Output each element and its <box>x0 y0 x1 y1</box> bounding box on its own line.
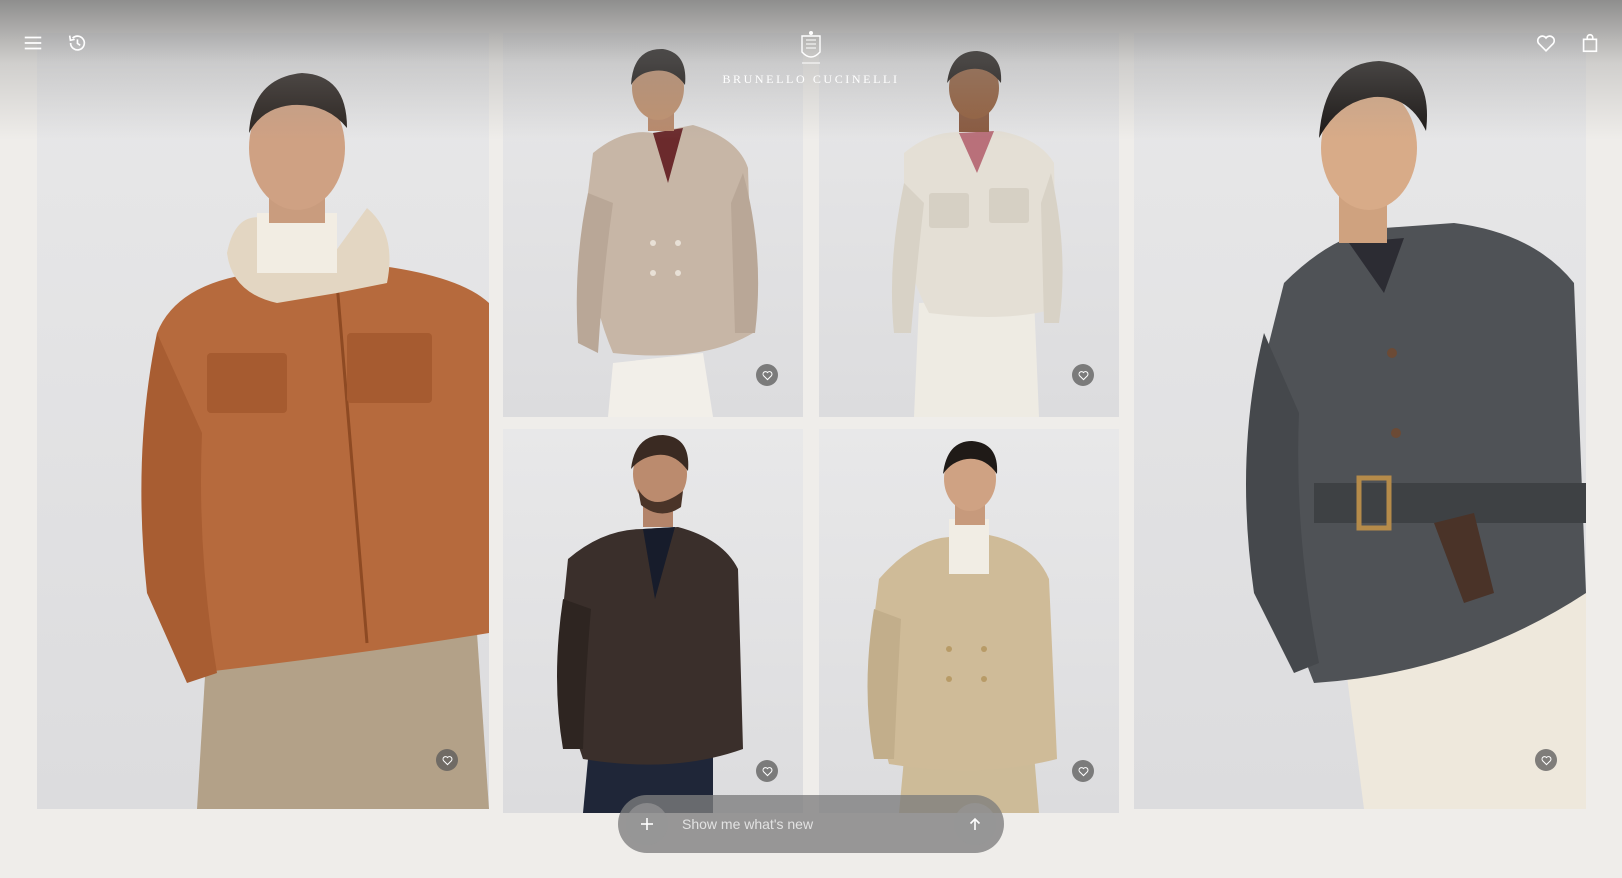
plus-icon <box>641 818 653 830</box>
brand-name: BRUNELLO CUCINELLI <box>722 72 900 86</box>
heart-icon <box>442 755 452 765</box>
history-button[interactable] <box>62 28 92 58</box>
arrow-up-icon <box>969 817 981 830</box>
product-image <box>576 48 759 417</box>
heart-icon <box>1078 370 1088 380</box>
heart-icon <box>1541 755 1551 765</box>
product-image <box>891 51 1063 417</box>
page: BRUNELLO CUCINELLI <box>0 0 1622 878</box>
shopping-bag-icon <box>1582 33 1598 53</box>
menu-button[interactable] <box>18 28 48 58</box>
product-image <box>867 441 1057 813</box>
product-tile-leather-blazer[interactable] <box>503 429 803 813</box>
product-tile-double-breasted-blazer-beige[interactable] <box>819 429 1119 813</box>
crest-icon <box>801 31 821 64</box>
favorite-button[interactable] <box>756 760 778 782</box>
favorite-button[interactable] <box>756 364 778 386</box>
heart-icon <box>1536 35 1556 52</box>
product-tile-shearling-jacket[interactable] <box>37 33 489 809</box>
product-tile-double-breasted-blazer-taupe[interactable] <box>503 33 803 417</box>
heart-icon <box>1078 766 1088 776</box>
favorite-button[interactable] <box>1072 364 1094 386</box>
send-button[interactable] <box>954 803 996 845</box>
product-tile-field-jacket-white[interactable] <box>819 33 1119 417</box>
favorite-button[interactable] <box>1535 749 1557 771</box>
heart-icon <box>762 766 772 776</box>
prompt-input[interactable] <box>680 815 954 833</box>
favorite-button[interactable] <box>436 749 458 771</box>
wishlist-button[interactable] <box>1531 28 1561 58</box>
heart-icon <box>762 370 772 380</box>
menu-icon <box>24 36 42 50</box>
shopping-bag-button[interactable] <box>1575 28 1605 58</box>
favorite-button[interactable] <box>1072 760 1094 782</box>
prompt-bar <box>618 795 1004 853</box>
product-image <box>557 435 743 813</box>
brand-logo[interactable]: BRUNELLO CUCINELLI <box>711 30 911 87</box>
add-attachment-button[interactable] <box>626 803 668 845</box>
product-image <box>141 73 489 809</box>
product-tile-belted-wool-coat[interactable] <box>1134 33 1586 809</box>
history-icon <box>68 35 86 51</box>
product-image <box>1246 61 1586 809</box>
